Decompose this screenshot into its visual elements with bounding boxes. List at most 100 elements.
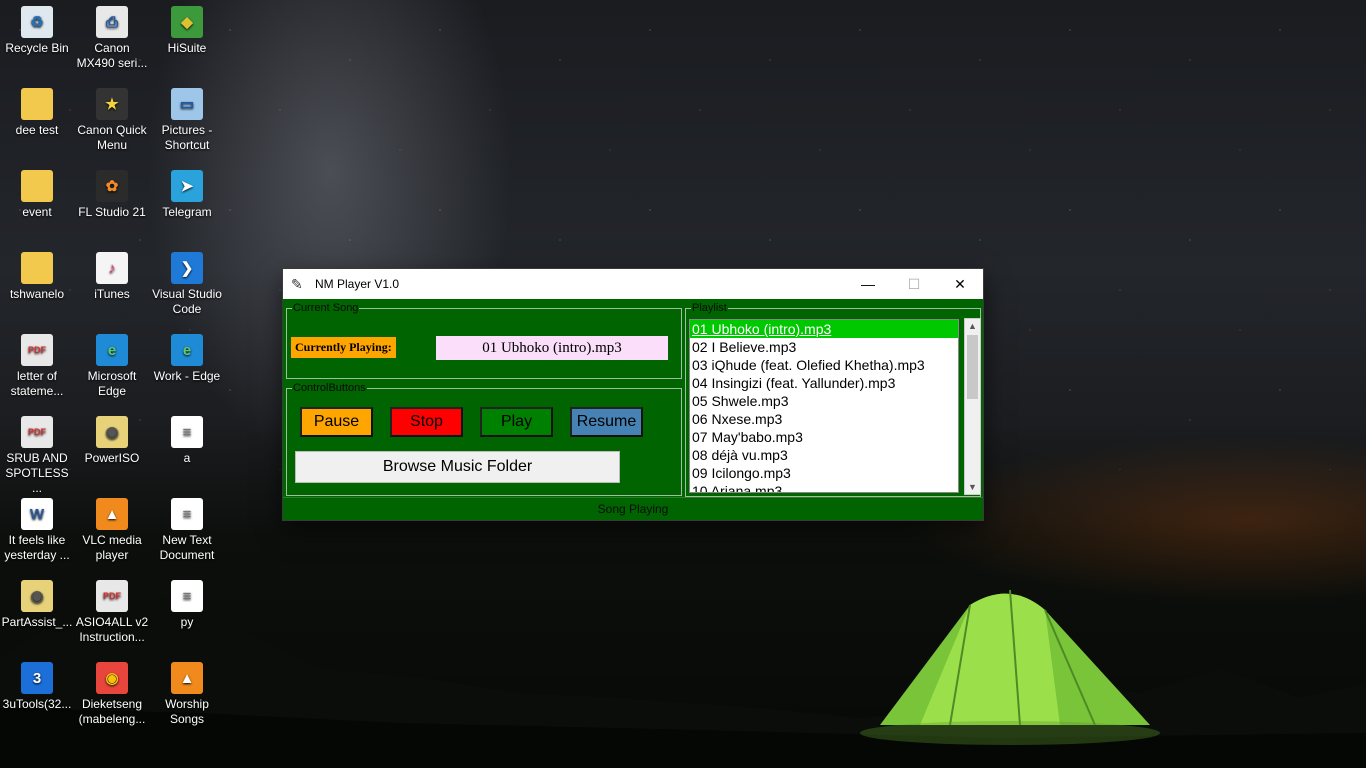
desktop-shortcut[interactable]: dee test bbox=[0, 88, 74, 138]
edge-icon: e bbox=[171, 334, 203, 366]
desktop-shortcut[interactable]: ⎙ Canon MX490 seri... bbox=[75, 6, 149, 71]
fl-studio-icon: ✿ bbox=[96, 170, 128, 202]
maximize-button[interactable]: ☐ bbox=[891, 269, 937, 299]
scroll-up-icon[interactable]: ▲ bbox=[965, 319, 980, 333]
desktop-shortcut-label: Microsoft Edge bbox=[87, 369, 137, 398]
desktop-shortcut[interactable]: ➤ Telegram bbox=[150, 170, 224, 220]
desktop-shortcut[interactable]: ★ Canon Quick Menu bbox=[75, 88, 149, 153]
currently-playing-label: Currently Playing: bbox=[291, 337, 396, 358]
current-song-frame: Current Song Currently Playing: 01 Ubhok… bbox=[286, 301, 682, 379]
desktop-shortcut-label: Canon MX490 seri... bbox=[76, 41, 148, 70]
feather-app-icon: ✎ bbox=[291, 275, 303, 292]
minimize-button[interactable]: — bbox=[845, 269, 891, 299]
pdf-icon: PDF bbox=[21, 416, 53, 448]
chrome-icon: ◉ bbox=[96, 662, 128, 694]
pdf-icon: PDF bbox=[96, 580, 128, 612]
telegram-icon: ➤ bbox=[171, 170, 203, 202]
canon-quick-menu-icon: ★ bbox=[96, 88, 128, 120]
control-buttons-frame-label: ControlButtons bbox=[292, 381, 367, 395]
desktop-shortcut[interactable]: PDF SRUB AND SPOTLESS ... bbox=[0, 416, 74, 496]
playlist-item[interactable]: 01 Ubhoko (intro).mp3 bbox=[690, 320, 958, 338]
desktop-shortcut[interactable]: ◆ HiSuite bbox=[150, 6, 224, 56]
pause-button[interactable]: Pause bbox=[300, 407, 373, 437]
hisuite-icon: ◆ bbox=[171, 6, 203, 38]
desktop-shortcut[interactable]: ≡ py bbox=[150, 580, 224, 630]
desktop-shortcut-label: Canon Quick Menu bbox=[77, 123, 147, 152]
desktop-shortcut[interactable]: ▲ VLC media player bbox=[75, 498, 149, 563]
playlist-item[interactable]: 05 Shwele.mp3 bbox=[690, 392, 958, 410]
disc-icon: ◉ bbox=[21, 580, 53, 612]
pictures-icon: ▭ bbox=[171, 88, 203, 120]
title-bar[interactable]: ✎ NM Player V1.0 — ☐ ✕ bbox=[283, 269, 983, 299]
desktop-shortcut[interactable]: e Microsoft Edge bbox=[75, 334, 149, 399]
playlist-item[interactable]: 04 Insingizi (feat. Yallunder).mp3 bbox=[690, 374, 958, 392]
vlc-icon: ▲ bbox=[96, 498, 128, 530]
desktop-shortcut[interactable]: ♪ iTunes bbox=[75, 252, 149, 302]
desktop-shortcut-label: New Text Document bbox=[159, 533, 215, 562]
desktop-shortcut[interactable]: 3 3uTools(32... bbox=[0, 662, 74, 712]
nm-player-window: ✎ NM Player V1.0 — ☐ ✕ Current Song Curr… bbox=[283, 269, 983, 520]
control-buttons-frame: ControlButtons Pause Stop Play Resume Br… bbox=[286, 381, 682, 496]
playlist-item[interactable]: 06 Nxese.mp3 bbox=[690, 410, 958, 428]
desktop-shortcut[interactable]: ✿ FL Studio 21 bbox=[75, 170, 149, 220]
desktop-shortcut[interactable]: ◉ PartAssist_... bbox=[0, 580, 74, 630]
desktop-shortcut[interactable]: ≡ New Text Document bbox=[150, 498, 224, 563]
word-icon: W bbox=[21, 498, 53, 530]
playlist-scrollbar[interactable]: ▲ ▼ bbox=[964, 318, 981, 495]
desktop-shortcut-label: Work - Edge bbox=[153, 369, 221, 383]
desktop-shortcut-label: ASIO4ALL v2 Instruction... bbox=[75, 615, 149, 644]
recycle-bin-icon: ♻ bbox=[21, 6, 53, 38]
desktop-shortcut-label: py bbox=[180, 615, 194, 629]
desktop-shortcut-label: Recycle Bin bbox=[5, 41, 69, 55]
desktop-shortcut[interactable]: ▲ Worship Songs bbox=[150, 662, 224, 727]
playlist-listbox[interactable]: 01 Ubhoko (intro).mp3 02 I Believe.mp3 03 … bbox=[689, 319, 959, 493]
desktop-shortcut[interactable]: ❯ Visual Studio Code bbox=[150, 252, 224, 317]
playlist-item[interactable]: 03 iQhude (feat. Olefied Khetha).mp3 bbox=[690, 356, 958, 374]
desktop-shortcut-label: iTunes bbox=[94, 287, 130, 301]
playlist-item[interactable]: 08 déjà vu.mp3 bbox=[690, 446, 958, 464]
scroll-down-icon[interactable]: ▼ bbox=[965, 480, 980, 494]
desktop-shortcut-label: VLC media player bbox=[82, 533, 142, 562]
poweriso-icon: ◉ bbox=[96, 416, 128, 448]
desktop-shortcut[interactable]: PDF letter of stateme... bbox=[0, 334, 74, 399]
folder-icon bbox=[21, 252, 53, 284]
desktop-shortcut-label: letter of stateme... bbox=[10, 369, 64, 398]
desktop-shortcut-label: tshwanelo bbox=[9, 287, 65, 301]
text-file-icon: ≡ bbox=[171, 580, 203, 612]
desktop-shortcut[interactable]: ≡ a bbox=[150, 416, 224, 466]
desktop-shortcut[interactable]: ◉ Dieketseng (mabeleng... bbox=[75, 662, 149, 727]
playlist-item[interactable]: 07 May'babo.mp3 bbox=[690, 428, 958, 446]
desktop-shortcut[interactable]: PDF ASIO4ALL v2 Instruction... bbox=[75, 580, 149, 645]
resume-button[interactable]: Resume bbox=[570, 407, 643, 437]
desktop-shortcut[interactable]: ◉ PowerISO bbox=[75, 416, 149, 466]
playlist-item[interactable]: 09 Icilongo.mp3 bbox=[690, 464, 958, 482]
browse-music-folder-button[interactable]: Browse Music Folder bbox=[295, 451, 620, 483]
playlist-item[interactable]: 10 Ariana.mp3 bbox=[690, 482, 958, 492]
folder-icon bbox=[21, 170, 53, 202]
tent-image bbox=[860, 589, 1160, 745]
itunes-icon: ♪ bbox=[96, 252, 128, 284]
desktop-shortcut-label: Pictures - Shortcut bbox=[161, 123, 213, 152]
desktop-shortcut-label: HiSuite bbox=[167, 41, 207, 55]
desktop-shortcut-label: Telegram bbox=[162, 205, 212, 219]
edge-icon: e bbox=[96, 334, 128, 366]
playlist-frame-label: Playlist bbox=[691, 301, 728, 315]
vlc-icon: ▲ bbox=[171, 662, 203, 694]
desktop-shortcut[interactable]: ▭ Pictures - Shortcut bbox=[150, 88, 224, 153]
desktop-shortcut[interactable]: ♻ Recycle Bin bbox=[0, 6, 74, 56]
desktop-shortcut[interactable]: tshwanelo bbox=[0, 252, 74, 302]
playlist-item[interactable]: 02 I Believe.mp3 bbox=[690, 338, 958, 356]
desktop-shortcut-label: a bbox=[183, 451, 191, 465]
scroll-thumb[interactable] bbox=[967, 335, 978, 399]
desktop-shortcut-label: Worship Songs bbox=[165, 697, 209, 726]
desktop-shortcut-label: PowerISO bbox=[84, 451, 140, 465]
stop-button[interactable]: Stop bbox=[390, 407, 463, 437]
desktop-shortcut[interactable]: e Work - Edge bbox=[150, 334, 224, 384]
desktop-shortcut-label: It feels like yesterday ... bbox=[4, 533, 70, 562]
close-button[interactable]: ✕ bbox=[937, 269, 983, 299]
play-button[interactable]: Play bbox=[480, 407, 553, 437]
desktop-shortcut[interactable]: event bbox=[0, 170, 74, 220]
window-title: NM Player V1.0 bbox=[315, 277, 400, 291]
desktop-shortcut[interactable]: W It feels like yesterday ... bbox=[0, 498, 74, 563]
desktop-shortcut-label: dee test bbox=[15, 123, 59, 137]
